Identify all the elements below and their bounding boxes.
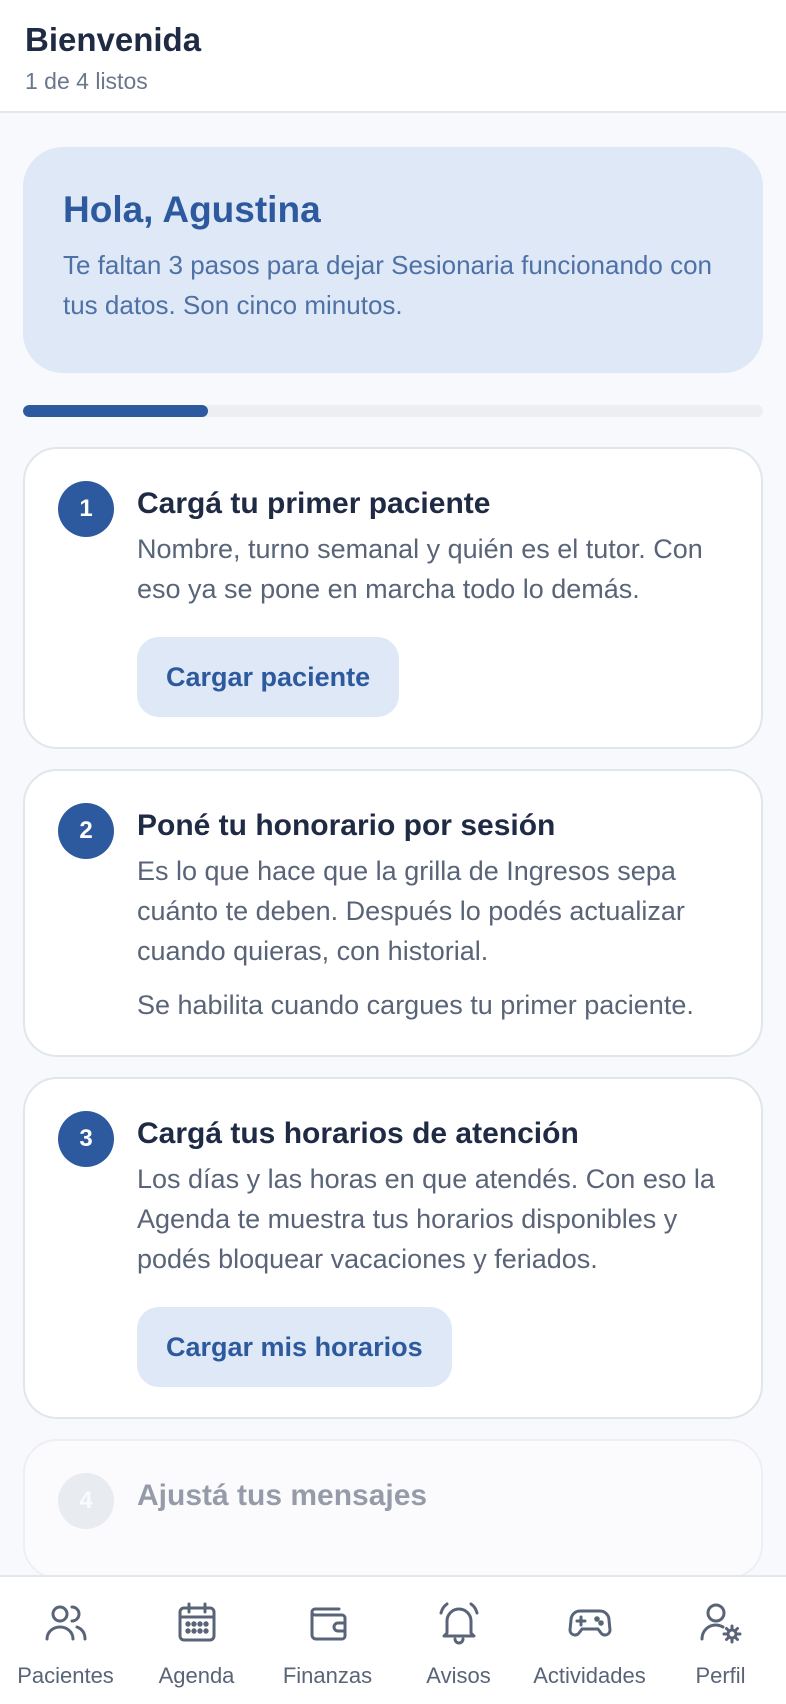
welcome-card: Hola, Agustina Te faltan 3 pasos para de…: [23, 147, 763, 373]
app-root: Bienvenida 1 de 4 listos Hola, Agustina …: [0, 0, 786, 1704]
step-card-4: 4 Ajustá tus mensajes: [23, 1439, 763, 1575]
progress-fill: [23, 405, 208, 417]
step-title: Cargá tu primer paciente: [137, 487, 491, 520]
page-title: Bienvenida: [25, 21, 202, 58]
nav-item-pacientes[interactable]: Pacientes: [0, 1577, 131, 1704]
welcome-title: Hola, Agustina: [63, 189, 321, 230]
wallet-icon: [310, 1607, 346, 1641]
step-number: 3: [58, 1111, 114, 1167]
step-title: Ajustá tus mensajes: [137, 1479, 428, 1512]
step-card-2: 2 Poné tu honorario por sesión Es lo que…: [23, 769, 763, 1057]
nav-label: Perfil: [695, 1663, 746, 1688]
gamepad-icon: [568, 1609, 611, 1637]
step-card-1: 1 Cargá tu primer paciente Nombre, turno…: [23, 447, 763, 749]
step-title: Poné tu honorario por sesión: [137, 809, 556, 842]
nav-item-actividades[interactable]: Actividades: [524, 1577, 655, 1704]
step-number: 2: [58, 803, 114, 859]
step-number: 1: [58, 481, 114, 537]
header: Bienvenida 1 de 4 listos: [0, 0, 786, 113]
nav-label: Avisos: [426, 1663, 491, 1688]
calendar-icon: [178, 1602, 215, 1642]
nav-item-agenda[interactable]: Agenda: [131, 1577, 262, 1704]
nav-label: Actividades: [533, 1663, 646, 1688]
step-card-3: 3 Cargá tus horarios de atención Los día…: [23, 1077, 763, 1419]
page-subtitle: 1 de 4 listos: [25, 68, 148, 94]
welcome-text: Te faltan 3 pasos para dejar Sesionaria …: [63, 250, 712, 320]
bell-icon: [439, 1602, 478, 1645]
step-description: Es lo que hace que la grilla de Ingresos…: [137, 856, 685, 966]
nav-item-finanzas[interactable]: Finanzas: [262, 1577, 393, 1704]
nav-label: Finanzas: [282, 1663, 373, 1688]
step-locked-note: Se habilita cuando cargues tu primer pac…: [137, 990, 694, 1020]
bottom-nav: Pacientes Agenda Finanzas Avisos Activid…: [0, 1575, 786, 1704]
nav-item-perfil[interactable]: Perfil: [655, 1577, 786, 1704]
users-icon: [45, 1605, 86, 1641]
step-description: Los días y las horas en que atendés. Con…: [137, 1164, 715, 1274]
progress-bar: [23, 405, 763, 417]
step-number: 4: [58, 1473, 114, 1529]
step-description: Nombre, turno semanal y quién es el tuto…: [137, 534, 703, 604]
user-settings-icon: [700, 1603, 741, 1644]
nav-label: Agenda: [158, 1663, 235, 1688]
load-patient-button[interactable]: Cargar paciente: [137, 637, 400, 717]
load-schedule-button[interactable]: Cargar mis horarios: [137, 1307, 452, 1387]
nav-label: Pacientes: [17, 1663, 114, 1688]
main-content[interactable]: Hola, Agustina Te faltan 3 pasos para de…: [0, 115, 786, 1575]
nav-item-avisos[interactable]: Avisos: [393, 1577, 524, 1704]
step-title: Cargá tus horarios de atención: [137, 1117, 579, 1150]
